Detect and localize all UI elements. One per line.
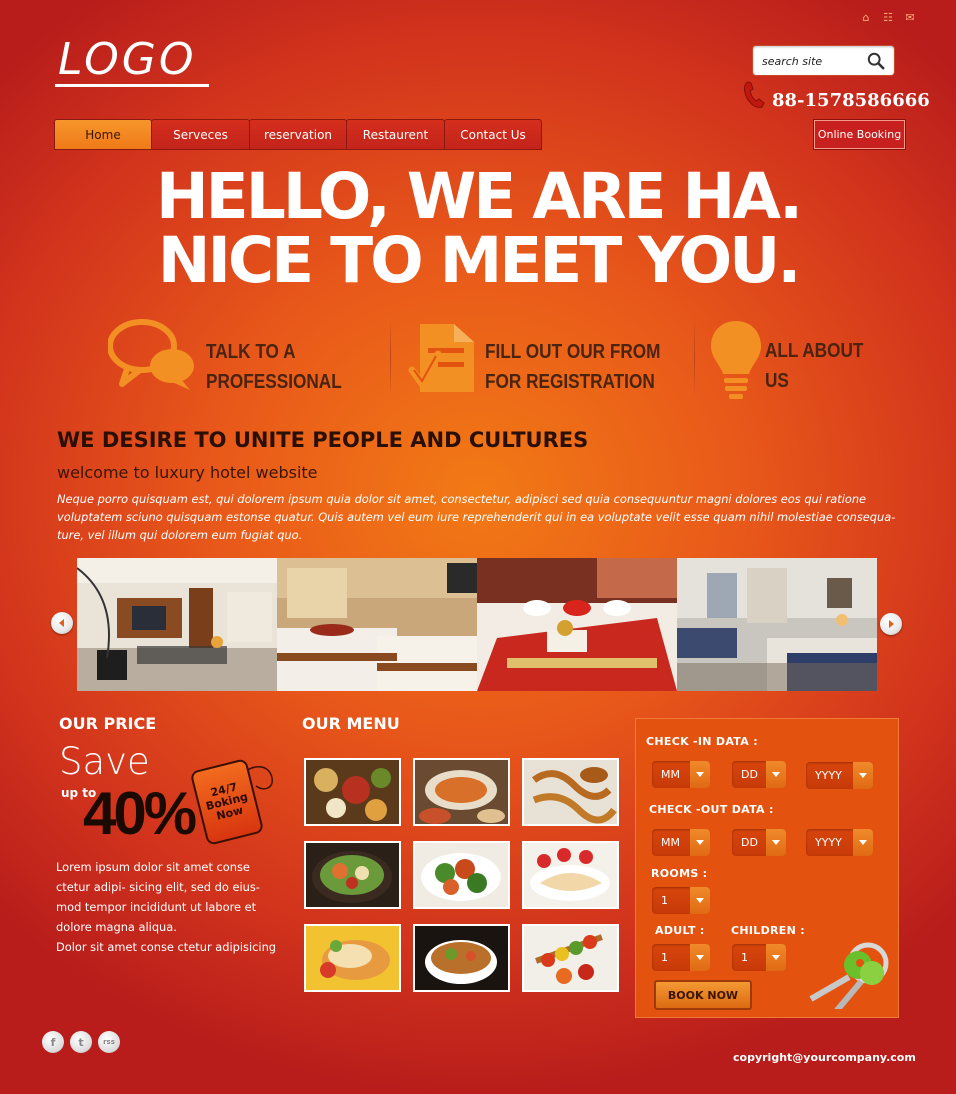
chevron-left-icon (59, 619, 64, 627)
rooms-label: ROOMS : (651, 867, 708, 880)
top-icons: ⌂ ☷ ✉ (860, 12, 916, 24)
menu-title: OUR MENU (302, 714, 400, 733)
phone-icon (744, 81, 765, 108)
menu-food-photo[interactable] (413, 758, 510, 826)
gallery-prev-button[interactable] (51, 612, 73, 634)
children-select[interactable]: 1 (732, 944, 786, 971)
intro-paragraph: Neque porro quisquam est, qui dolorem ip… (57, 492, 896, 542)
copyright: copyright@yourcompany.com (733, 1051, 916, 1064)
menu-food-photo[interactable] (304, 758, 401, 826)
nav-reservation[interactable]: reservation (249, 119, 347, 150)
feature-about[interactable]: ALL ABOUT US (765, 336, 863, 396)
booking-form: CHECK -IN DATA : MM DD YYYY CHECK -OUT D… (635, 718, 899, 1018)
online-booking-button[interactable]: Online Booking (814, 120, 905, 149)
checkout-label: CHECK -OUT DATA : (649, 803, 774, 816)
search-input[interactable] (762, 52, 862, 70)
menu-grid (304, 758, 619, 992)
chevron-right-icon (889, 620, 894, 628)
chevron-down-icon (766, 944, 786, 971)
room-photo[interactable] (77, 558, 277, 691)
adult-label: ADULT : (655, 924, 705, 937)
checkout-year-select[interactable]: YYYY (806, 829, 873, 856)
save-text: Save (59, 740, 150, 783)
menu-food-photo[interactable] (522, 924, 619, 992)
menu-food-photo[interactable] (522, 758, 619, 826)
price-title: OUR PRICE (59, 714, 157, 733)
room-photo[interactable] (677, 558, 877, 691)
hero-heading: HELLO, WE ARE HA. NICE TO MEET YOU. (0, 165, 956, 293)
book-now-button[interactable]: BOOK NOW (654, 980, 752, 1010)
feature-divider (694, 318, 695, 396)
search-box (752, 45, 895, 76)
hero-line-2: NICE TO MEET YOU. (157, 224, 802, 297)
room-gallery (77, 558, 877, 691)
form-check-icon (408, 318, 480, 396)
gallery-next-button[interactable] (880, 613, 902, 635)
rss-icon[interactable]: rss (98, 1031, 120, 1053)
chat-bubbles-icon (107, 318, 198, 394)
sitemap-icon[interactable]: ☷ (882, 12, 894, 24)
room-photo[interactable] (277, 558, 477, 691)
room-photo[interactable] (477, 558, 677, 691)
checkin-month-select[interactable]: MM (652, 761, 710, 788)
feature-registration[interactable]: FILL OUT OUR FROM FOR REGISTRATION (485, 337, 660, 397)
main-nav: Home Serveces reservation Restaurent Con… (54, 119, 542, 150)
chevron-down-icon (690, 887, 710, 914)
children-label: CHILDREN : (731, 924, 805, 937)
checkin-year-select[interactable]: YYYY (806, 762, 873, 789)
menu-food-photo[interactable] (413, 924, 510, 992)
chevron-down-icon (690, 829, 710, 856)
menu-food-photo[interactable] (413, 841, 510, 909)
nav-restaurant[interactable]: Restaurent (346, 119, 445, 150)
twitter-icon[interactable]: t (70, 1031, 92, 1053)
checkin-label: CHECK -IN DATA : (646, 735, 758, 748)
search-icon[interactable] (867, 52, 885, 70)
checkout-month-select[interactable]: MM (652, 829, 710, 856)
chevron-down-icon (690, 944, 710, 971)
nav-home[interactable]: Home (54, 119, 152, 150)
mail-icon[interactable]: ✉ (904, 12, 916, 24)
social-links: f t rss (42, 1031, 120, 1053)
chevron-down-icon (766, 829, 786, 856)
menu-food-photo[interactable] (304, 924, 401, 992)
logo[interactable]: LOGO (58, 34, 197, 85)
chevron-down-icon (766, 761, 786, 788)
menu-food-photo[interactable] (522, 841, 619, 909)
facebook-icon[interactable]: f (42, 1031, 64, 1053)
chevron-down-icon (853, 762, 873, 789)
nav-services[interactable]: Serveces (151, 119, 250, 150)
price-description: Lorem ipsum dolor sit amet conse ctetur … (56, 860, 277, 954)
rooms-select[interactable]: 1 (652, 887, 710, 914)
welcome-text: welcome to luxury hotel website (57, 463, 318, 482)
phone-number: 88-1578586666 (772, 90, 930, 111)
checkout-day-select[interactable]: DD (732, 829, 786, 856)
checkin-day-select[interactable]: DD (732, 761, 786, 788)
home-icon[interactable]: ⌂ (860, 12, 872, 24)
adult-select[interactable]: 1 (652, 944, 710, 971)
discount-percent: 40% (83, 780, 197, 847)
lightbulb-icon (708, 318, 764, 400)
hero-line-1: HELLO, WE ARE HA. (155, 160, 803, 233)
tagline: WE DESIRE TO UNITE PEOPLE AND CULTURES (57, 428, 589, 452)
logo-underline (55, 84, 209, 87)
feature-talk[interactable]: TALK TO A PROFESSIONAL (206, 337, 342, 397)
menu-food-photo[interactable] (304, 841, 401, 909)
feature-divider (390, 318, 391, 396)
keys-icon (809, 942, 889, 1009)
chevron-down-icon (690, 761, 710, 788)
nav-contact[interactable]: Contact Us (444, 119, 542, 150)
chevron-down-icon (853, 829, 873, 856)
